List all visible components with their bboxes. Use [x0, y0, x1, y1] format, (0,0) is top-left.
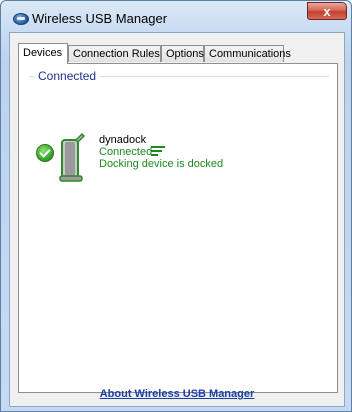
wusb-icon [13, 13, 29, 25]
tab-options[interactable]: Options [161, 45, 204, 62]
device-status: Connected [99, 146, 153, 158]
devices-panel: Connected dynadock Connected Docking dev… [18, 63, 338, 393]
device-detail: Docking device is docked [99, 158, 224, 170]
dock-icon[interactable] [55, 130, 87, 184]
close-button[interactable]: x [307, 2, 347, 20]
client-area: Devices Connection Rules Options Communi… [9, 32, 345, 407]
tab-communications[interactable]: Communications [204, 45, 291, 62]
device-name: dynadock [99, 134, 147, 146]
app-window: Wireless USB Manager x Devices Connectio… [0, 0, 352, 412]
about-link[interactable]: About Wireless USB Manager [10, 388, 344, 400]
signal-icon [151, 146, 167, 158]
check-icon [36, 144, 54, 162]
window-title: Wireless USB Manager [32, 11, 168, 26]
tab-devices[interactable]: Devices [18, 43, 68, 64]
group-label-connected: Connected [35, 69, 100, 83]
tab-connection-rules[interactable]: Connection Rules [68, 45, 161, 62]
title-bar[interactable]: Wireless USB Manager x [1, 1, 351, 33]
